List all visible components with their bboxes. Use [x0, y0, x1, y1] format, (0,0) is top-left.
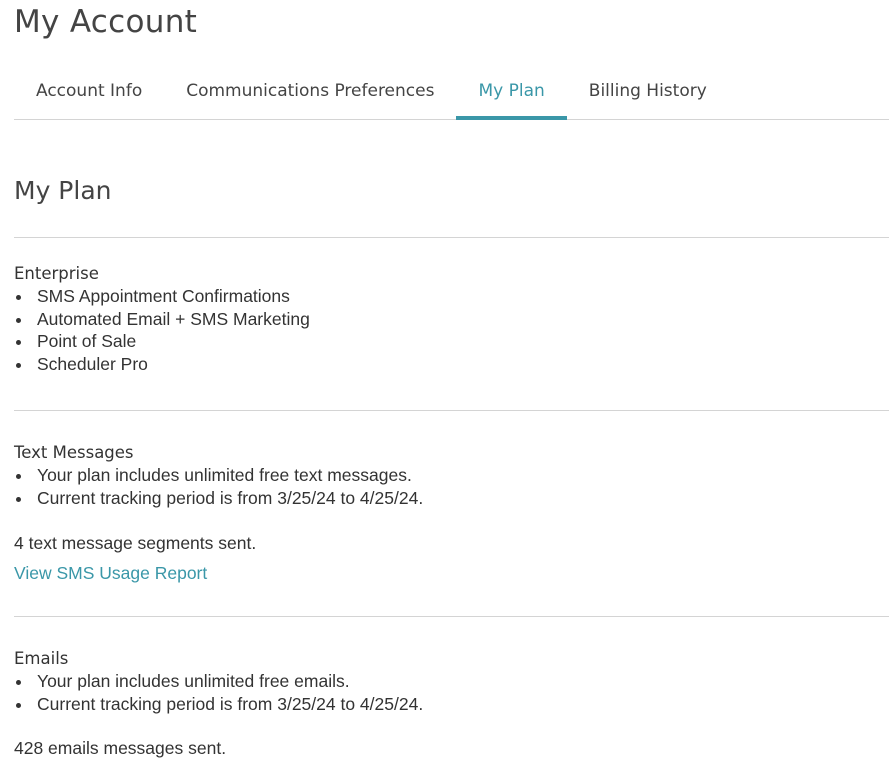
view-sms-usage-report-link[interactable]: View SMS Usage Report	[14, 562, 207, 584]
list-item: Automated Email + SMS Marketing	[16, 308, 884, 331]
divider	[14, 616, 889, 617]
divider	[14, 237, 889, 238]
plan-name: Enterprise	[14, 264, 99, 283]
section-title: My Plan	[14, 176, 112, 205]
emails-block: Emails Your plan includes unlimited free…	[14, 648, 884, 715]
list-item: SMS Appointment Confirmations	[16, 285, 884, 308]
plan-feature-list: SMS Appointment Confirmations Automated …	[14, 285, 884, 375]
plan-block: Enterprise SMS Appointment Confirmations…	[14, 263, 884, 375]
emails-sent-count: 428 emails messages sent.	[14, 738, 227, 758]
tab-account-info[interactable]: Account Info	[14, 62, 164, 119]
emails-title: Emails	[14, 649, 69, 668]
tab-my-plan[interactable]: My Plan	[456, 62, 568, 120]
sms-sent-count: 4 text message segments sent.	[14, 533, 257, 553]
account-tabs: Account Info Communications Preferences …	[14, 62, 889, 120]
page-title: My Account	[14, 4, 198, 40]
list-item: Point of Sale	[16, 330, 884, 353]
tab-communications-preferences[interactable]: Communications Preferences	[164, 62, 456, 119]
tab-billing-history[interactable]: Billing History	[567, 62, 729, 119]
list-item: Current tracking period is from 3/25/24 …	[16, 693, 884, 716]
list-item: Current tracking period is from 3/25/24 …	[16, 487, 884, 510]
list-item: Scheduler Pro	[16, 353, 884, 376]
text-messages-block: Text Messages Your plan includes unlimit…	[14, 442, 884, 509]
text-messages-title: Text Messages	[14, 443, 134, 462]
divider	[14, 410, 889, 411]
emails-list: Your plan includes unlimited free emails…	[14, 670, 884, 715]
list-item: Your plan includes unlimited free text m…	[16, 464, 884, 487]
text-messages-list: Your plan includes unlimited free text m…	[14, 464, 884, 509]
list-item: Your plan includes unlimited free emails…	[16, 670, 884, 693]
